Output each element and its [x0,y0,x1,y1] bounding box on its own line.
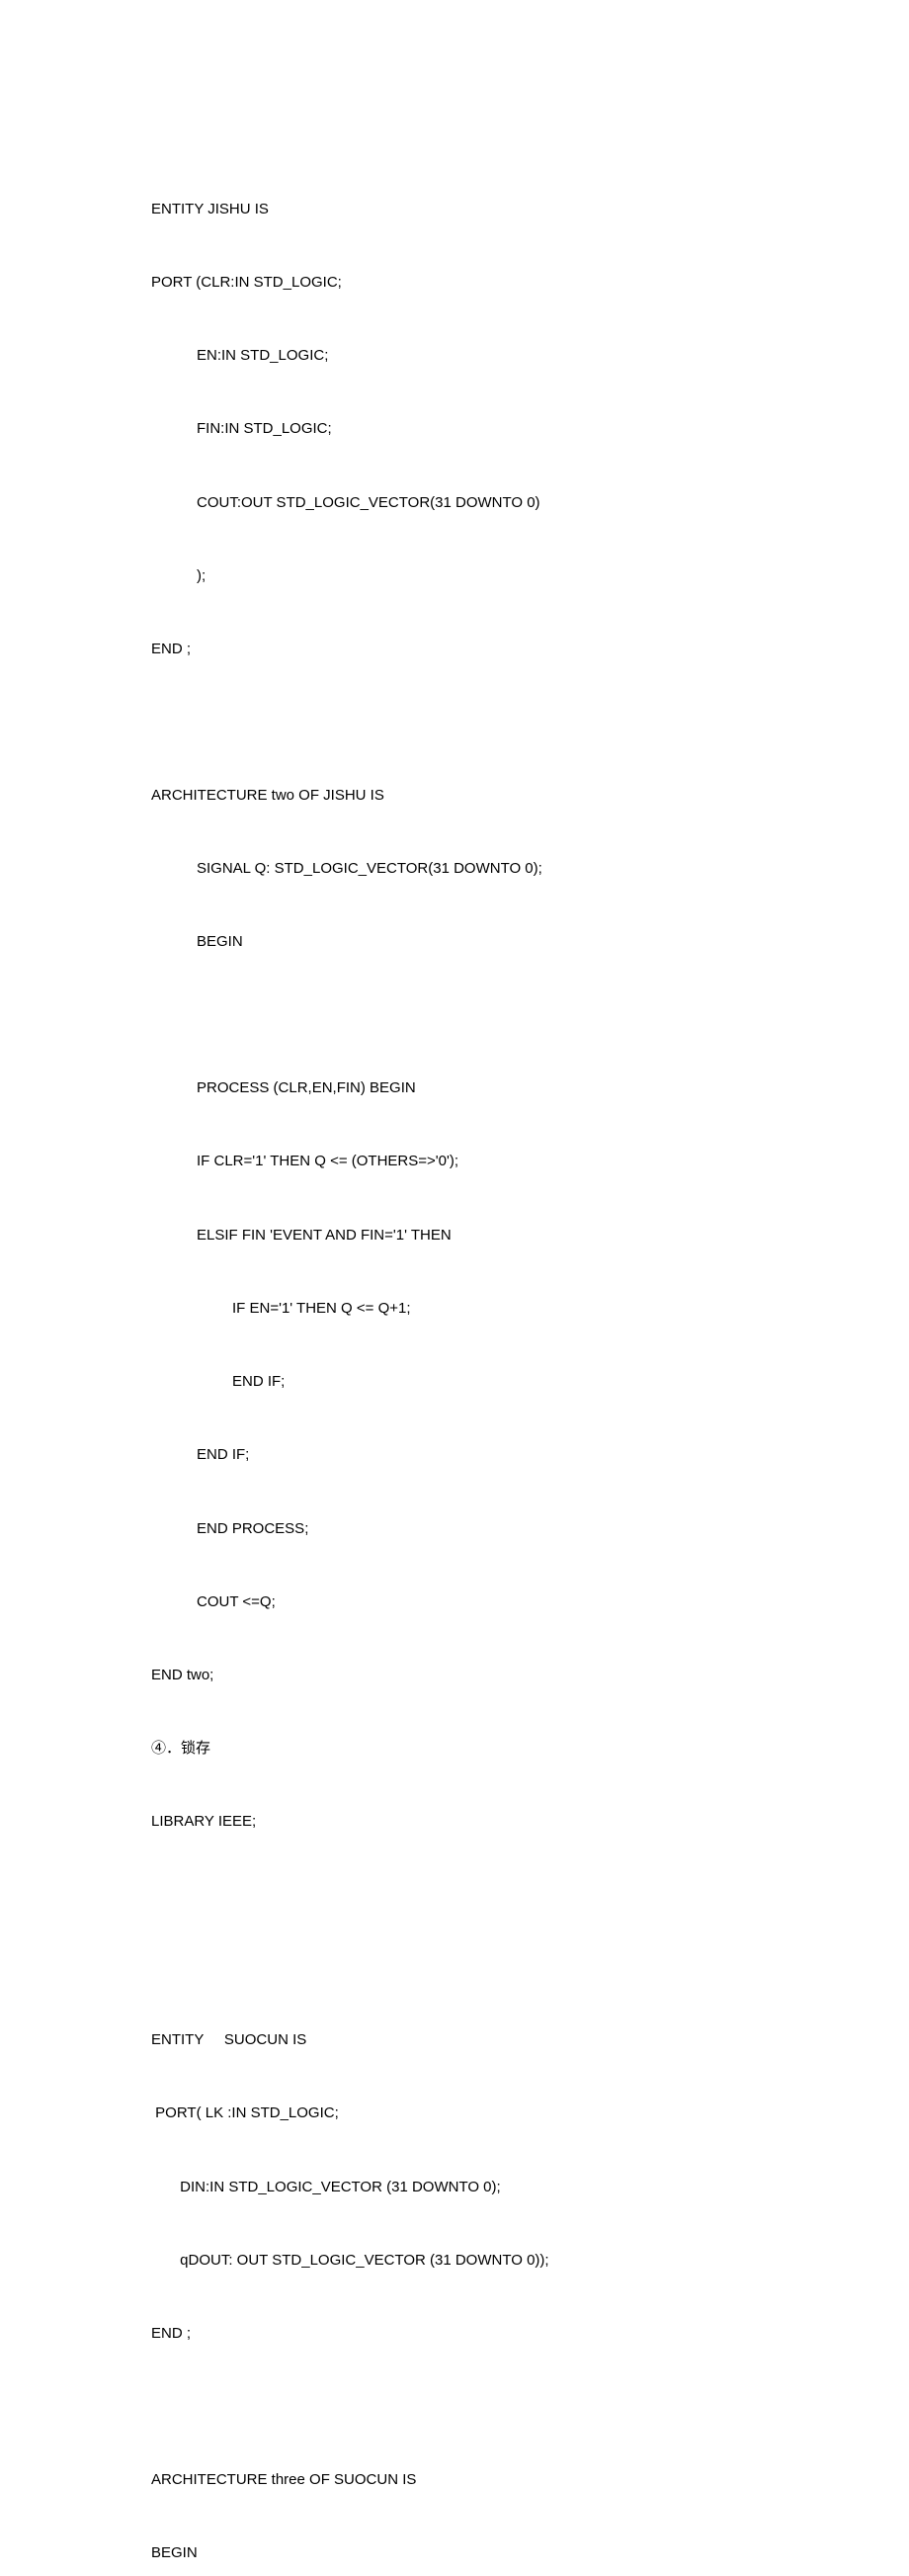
code-line: END two; [151,1664,758,1688]
code-line: COUT:OUT STD_LOGIC_VECTOR(31 DOWNTO 0) [151,491,758,516]
code-line: ELSIF FIN 'EVENT AND FIN='1' THEN [151,1224,758,1248]
code-line: END ; [151,638,758,662]
code-line: PORT (CLR:IN STD_LOGIC; [151,271,758,296]
code-line: IF CLR='1' THEN Q <= (OTHERS=>'0'); [151,1150,758,1174]
code-line: PORT( LK :IN STD_LOGIC; [151,2102,758,2126]
code-line: qDOUT: OUT STD_LOGIC_VECTOR (31 DOWNTO 0… [151,2249,758,2274]
vhdl-code-block-2: LIBRARY IEEE; ENTITY SUOCUN IS PORT( LK … [151,1760,758,2576]
code-line: SIGNAL Q: STD_LOGIC_VECTOR(31 DOWNTO 0); [151,857,758,882]
code-line: EN:IN STD_LOGIC; [151,344,758,369]
code-line: END IF; [151,1370,758,1395]
code-line: LIBRARY IEEE; [151,1810,758,1835]
code-line: ENTITY SUOCUN IS [151,2028,758,2053]
section-heading: ④．锁存 [151,1737,758,1761]
code-line: BEGIN [151,2541,758,2566]
code-line: PROCESS (CLR,EN,FIN) BEGIN [151,1076,758,1101]
code-line: IF EN='1' THEN Q <= Q+1; [151,1297,758,1322]
code-line: FIN:IN STD_LOGIC; [151,417,758,442]
blank-line [151,711,758,734]
blank-line [151,1004,758,1028]
code-line: COUT <=Q; [151,1590,758,1615]
code-line: ); [151,564,758,589]
code-line: END IF; [151,1443,758,1468]
code-line: ARCHITECTURE three OF SUOCUN IS [151,2468,758,2493]
blank-line [151,1713,758,1737]
code-line: END ; [151,2322,758,2347]
blank-line [151,2395,758,2419]
code-line: ARCHITECTURE two OF JISHU IS [151,784,758,809]
code-line: ENTITY JISHU IS [151,198,758,222]
vhdl-code-block-1: ENTITY JISHU IS PORT (CLR:IN STD_LOGIC; … [151,148,758,1713]
blank-line [151,1883,758,1907]
code-line: BEGIN [151,930,758,955]
code-line: DIN:IN STD_LOGIC_VECTOR (31 DOWNTO 0); [151,2176,758,2200]
blank-line [151,1956,758,1980]
code-line: END PROCESS; [151,1517,758,1542]
